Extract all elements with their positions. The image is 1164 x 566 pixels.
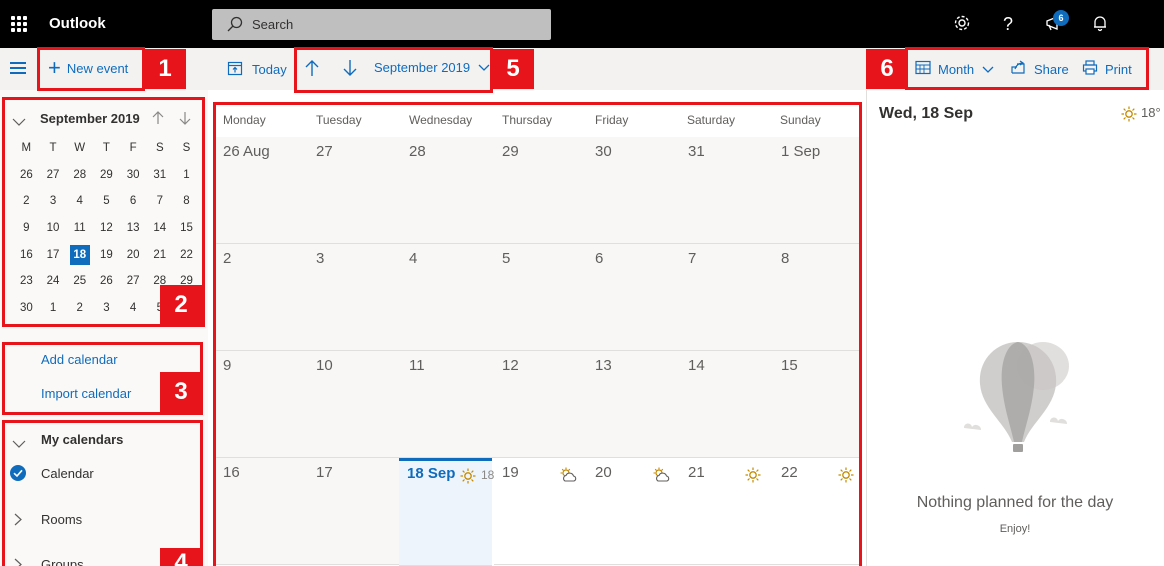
notification-badge: 6 (1053, 10, 1069, 26)
search-icon (226, 16, 244, 37)
selected-date-title: Wed, 18 Sep (879, 105, 973, 122)
balloon-illustration-icon (958, 338, 1078, 468)
annotation-box-5 (294, 47, 493, 93)
gear-icon[interactable] (951, 13, 973, 35)
today-label: Today (252, 62, 287, 77)
search-box[interactable] (212, 9, 551, 40)
annotation-label-1: 1 (144, 49, 186, 89)
annotation-label-4: 4 (160, 548, 202, 566)
search-input[interactable] (252, 14, 532, 34)
annotation-box-1 (37, 47, 145, 91)
annotation-label-2: 2 (160, 285, 202, 325)
annotation-label-6: 6 (866, 49, 908, 89)
annotation-box-6 (905, 47, 1149, 90)
annotation-box-calendar (213, 102, 862, 566)
calendar-today-icon (227, 60, 243, 79)
app-title[interactable]: Outlook (49, 15, 106, 32)
hamburger-menu-icon[interactable] (10, 62, 26, 77)
annotation-label-3: 3 (160, 372, 202, 412)
empty-state-title: Nothing planned for the day (916, 494, 1114, 511)
app-launcher-icon[interactable] (11, 16, 27, 32)
annotation-box-4 (2, 420, 203, 566)
empty-state-subtitle: Enjoy! (999, 523, 1031, 535)
bell-icon[interactable] (1089, 13, 1111, 35)
day-temperature: 18° (1141, 105, 1161, 120)
sun-icon (1121, 106, 1137, 127)
today-button[interactable]: Today (227, 60, 287, 79)
help-icon[interactable]: ? (997, 13, 1019, 35)
annotation-label-5: 5 (492, 49, 534, 89)
top-bar: Outlook ? 6 (0, 0, 1164, 48)
